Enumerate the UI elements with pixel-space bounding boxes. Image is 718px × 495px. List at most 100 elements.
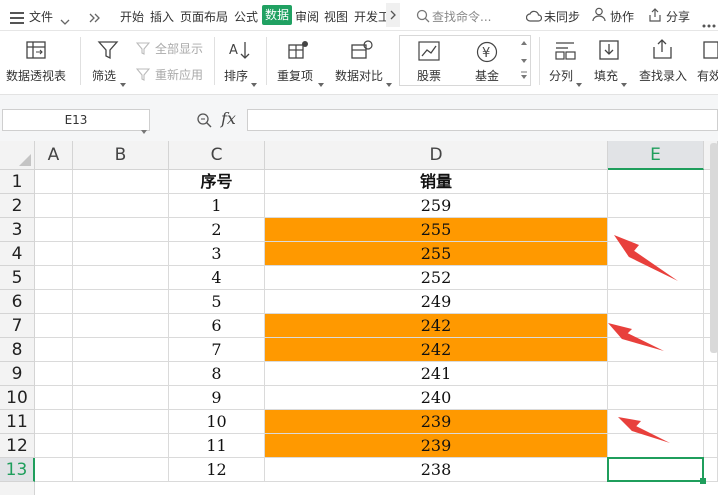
file-menu[interactable]: 文件 — [29, 8, 53, 25]
column-header-d[interactable]: D — [265, 141, 608, 170]
filter-button[interactable]: 筛选 — [92, 67, 116, 84]
gallery-scroll-icon[interactable] — [520, 39, 528, 87]
table-cell[interactable] — [73, 218, 169, 242]
cell-sales[interactable]: 238 — [265, 458, 608, 482]
pivot-table-button[interactable]: 数据透视表 — [6, 67, 66, 84]
tab-home[interactable]: 开始 — [120, 8, 144, 25]
table-cell[interactable] — [73, 386, 169, 410]
column-header-e[interactable]: E — [608, 141, 704, 170]
tab-review[interactable]: 审阅 — [295, 8, 319, 25]
cell-sales[interactable]: 242 — [265, 314, 608, 338]
table-cell[interactable] — [73, 266, 169, 290]
cell-sales[interactable]: 239 — [265, 434, 608, 458]
dropdown-arrow-icon[interactable] — [576, 72, 582, 91]
duplicates-button[interactable]: 重复项 — [277, 67, 313, 84]
table-cell[interactable] — [35, 266, 73, 290]
table-cell[interactable] — [35, 362, 73, 386]
cell-sales[interactable]: 240 — [265, 386, 608, 410]
formula-input[interactable] — [247, 109, 718, 131]
dropdown-arrow-icon[interactable] — [621, 72, 627, 91]
table-cell[interactable] — [73, 338, 169, 362]
table-cell[interactable] — [35, 386, 73, 410]
row-header[interactable]: 2 — [0, 194, 35, 218]
sync-status[interactable]: 未同步 — [544, 8, 580, 25]
hamburger-menu-icon[interactable] — [10, 9, 24, 28]
validity-button[interactable]: 有效 — [697, 67, 718, 84]
cell-seq-number[interactable]: 8 — [169, 362, 265, 386]
dropdown-arrow-icon[interactable] — [386, 72, 392, 91]
row-header[interactable] — [0, 482, 35, 495]
show-all-button[interactable]: 全部显示 — [155, 40, 203, 57]
cell-sales[interactable]: 249 — [265, 290, 608, 314]
table-cell[interactable] — [35, 290, 73, 314]
cell-sales[interactable]: 252 — [265, 266, 608, 290]
tab-developer[interactable]: 开发工 — [354, 8, 386, 25]
row-header[interactable]: 5 — [0, 266, 35, 290]
cell-seq-number[interactable]: 6 — [169, 314, 265, 338]
table-cell[interactable] — [73, 314, 169, 338]
cell-sales[interactable]: 241 — [265, 362, 608, 386]
column-header-a[interactable]: A — [35, 141, 73, 170]
double-chevron-icon[interactable] — [89, 9, 101, 28]
table-cell[interactable] — [35, 242, 73, 266]
table-cell[interactable] — [608, 194, 704, 218]
cell-seq-number[interactable]: 5 — [169, 290, 265, 314]
table-cell[interactable] — [73, 362, 169, 386]
row-header[interactable]: 8 — [0, 338, 35, 362]
table-cell[interactable] — [35, 434, 73, 458]
chevron-down-icon[interactable] — [60, 11, 70, 30]
more-options-icon[interactable] — [702, 13, 716, 32]
zoom-search-icon[interactable] — [196, 112, 212, 132]
lookup-entry-button[interactable]: 查找录入 — [639, 67, 687, 84]
row-header[interactable]: 3 — [0, 218, 35, 242]
tab-scroll-right-icon[interactable] — [386, 3, 400, 31]
name-box-dropdown-icon[interactable] — [141, 119, 147, 138]
dropdown-arrow-icon[interactable] — [251, 72, 257, 91]
tab-formula[interactable]: 公式 — [234, 8, 258, 25]
row-header[interactable]: 1 — [0, 170, 35, 194]
row-header[interactable]: 13 — [0, 458, 35, 482]
cell-seq-number[interactable]: 序号 — [169, 170, 265, 194]
row-header[interactable]: 6 — [0, 290, 35, 314]
row-header[interactable]: 10 — [0, 386, 35, 410]
column-header-c[interactable]: C — [169, 141, 265, 170]
tab-insert[interactable]: 插入 — [150, 8, 174, 25]
cell-sales[interactable]: 255 — [265, 218, 608, 242]
tab-view[interactable]: 视图 — [324, 8, 348, 25]
table-cell[interactable] — [35, 170, 73, 194]
cell-seq-number[interactable]: 4 — [169, 266, 265, 290]
stocks-button[interactable]: 股票 — [417, 67, 441, 84]
row-header[interactable]: 11 — [0, 410, 35, 434]
cell-sales[interactable]: 销量 — [265, 170, 608, 194]
data-compare-button[interactable]: 数据对比 — [335, 67, 383, 84]
tab-data[interactable]: 数据 — [262, 5, 292, 25]
table-cell[interactable] — [73, 194, 169, 218]
table-cell[interactable] — [608, 170, 704, 194]
table-cell[interactable] — [35, 314, 73, 338]
table-cell[interactable] — [73, 458, 169, 482]
table-cell[interactable] — [73, 170, 169, 194]
row-header[interactable]: 12 — [0, 434, 35, 458]
column-header-b[interactable]: B — [73, 141, 169, 170]
row-header[interactable]: 4 — [0, 242, 35, 266]
cell-seq-number[interactable]: 3 — [169, 242, 265, 266]
table-cell[interactable] — [35, 338, 73, 362]
row-header[interactable]: 9 — [0, 362, 35, 386]
cell-seq-number[interactable]: 7 — [169, 338, 265, 362]
select-all-corner[interactable] — [0, 141, 35, 170]
split-column-button[interactable]: 分列 — [549, 67, 573, 84]
name-box[interactable]: E13 — [2, 109, 150, 131]
funds-button[interactable]: 基金 — [475, 67, 499, 84]
cell-sales[interactable]: 242 — [265, 338, 608, 362]
share-button[interactable]: 分享 — [666, 8, 690, 25]
table-cell[interactable] — [73, 434, 169, 458]
cell-seq-number[interactable]: 10 — [169, 410, 265, 434]
cell-seq-number[interactable]: 12 — [169, 458, 265, 482]
table-cell[interactable] — [35, 458, 73, 482]
table-cell[interactable] — [73, 242, 169, 266]
table-cell[interactable] — [35, 218, 73, 242]
tab-page-layout[interactable]: 页面布局 — [180, 8, 228, 25]
collab-button[interactable]: 协作 — [610, 8, 634, 25]
reapply-button[interactable]: 重新应用 — [155, 66, 203, 83]
fill-button[interactable]: 填充 — [594, 67, 618, 84]
